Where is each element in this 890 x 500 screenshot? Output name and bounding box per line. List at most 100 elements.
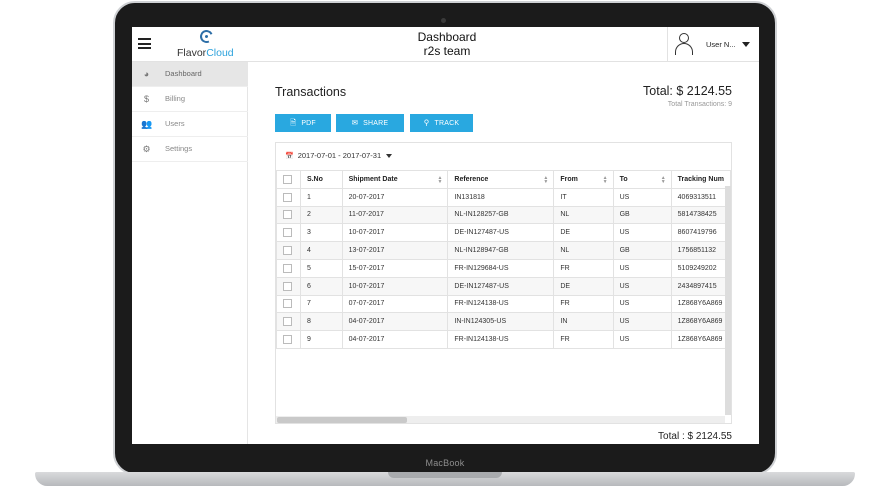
table-row[interactable]: 9 04-07-2017 FR-IN124138-US FR US 1Z868Y6A869 [276,330,731,349]
select-all-checkbox[interactable] [283,174,292,184]
cell-tracking: 2434897415 [670,276,731,296]
sort-icon[interactable]: ▲ ▼ [603,176,608,185]
pdf-button[interactable]: 🗎 PDF [275,114,331,132]
cell-reference: FR-IN124138-US [447,330,555,349]
transactions-table: S.No Shipment Date ▲ ▼ Reference ▲ ▼ From ▲ ▼ … [276,170,731,349]
cell-shipment-date: 10-07-2017 [341,276,449,296]
sort-icon[interactable]: ▲ ▼ [661,176,666,185]
row-select-cell [276,330,301,349]
table-row[interactable]: 3 10-07-2017 DE-IN127487-US DE US 8607419796 [276,223,731,243]
logo-text: FlavorCloud [177,47,234,59]
cell-shipment-date: 10-07-2017 [341,223,449,243]
cell-from: NL [553,241,614,260]
row-select-cell [276,294,301,314]
col-header-label: From [560,175,578,183]
hamburger-menu-icon[interactable] [138,38,151,49]
sidebar-item-settings[interactable]: ⚙ Settings [132,137,248,162]
cell-to: US [612,258,672,278]
table-row[interactable]: 4 13-07-2017 NL-IN128947-GB NL GB 1756851132 [276,241,731,260]
cell-from: IT [553,187,614,207]
page-title: Dashboard [417,30,477,44]
row-select-cell [276,312,301,332]
table-row[interactable]: 6 10-07-2017 DE-IN127487-US DE US 2434897415 [276,276,731,296]
cell-shipment-date: 04-07-2017 [341,312,449,332]
cell-shipment-date: 13-07-2017 [341,241,449,260]
table-row[interactable]: 8 04-07-2017 IN-IN124305-US IN US 1Z868Y6A869 [276,312,731,332]
team-name: r2s team [423,44,471,58]
cell-reference: DE-IN127487-US [447,223,555,243]
row-checkbox[interactable] [283,246,292,256]
table-row[interactable]: 2 11-07-2017 NL-IN128257-GB NL GB 5814738425 [276,205,731,225]
chevron-down-icon[interactable] [742,42,750,47]
share-button[interactable]: ✉ SHARE [336,114,404,132]
cell-tracking: 5814738425 [670,205,731,225]
sidebar-item-users[interactable]: 👥 Users [132,112,248,137]
cell-sno: 4 [299,241,343,260]
cell-reference: NL-IN128947-GB [447,241,555,260]
col-header-label: Reference [454,175,489,183]
user-avatar-icon[interactable] [674,33,694,57]
cell-from: DE [553,223,614,243]
cell-from: NL [553,205,614,225]
row-checkbox[interactable] [283,335,292,345]
row-select-cell [276,276,301,296]
col-header-tracking: Tracking Num [670,170,731,189]
horizontal-scrollbar[interactable] [276,416,725,423]
user-name[interactable]: User N... [706,40,736,49]
cell-to: US [612,330,672,349]
cell-sno: 8 [299,312,343,332]
cell-sno: 2 [299,205,343,225]
row-checkbox[interactable] [283,192,292,202]
cell-sno: 6 [299,276,343,296]
laptop-base-notch [388,472,502,478]
col-header-label: To [619,175,628,183]
cell-sno: 3 [299,223,343,243]
header-title-block: Dashboard r2s team [392,30,502,58]
cell-sno: 7 [299,294,343,314]
date-range-picker[interactable]: 📅 2017-07-01 - 2017-07-31 [285,148,393,164]
logo-text-part-1: Flavor [177,47,207,59]
row-checkbox[interactable] [283,281,292,291]
row-checkbox[interactable] [283,210,292,220]
col-header-from[interactable]: From ▲ ▼ [553,170,614,189]
cell-to: US [612,312,672,332]
gear-icon: ⚙ [142,144,151,154]
transactions-table-card: 📅 2017-07-01 - 2017-07-31 S.No Shipment D… [275,142,732,424]
flavorcloud-logo: FlavorCloud [177,28,239,60]
track-button[interactable]: ⚲ TRACK [410,114,473,132]
table-header-row: S.No Shipment Date ▲ ▼ Reference ▲ ▼ From ▲ ▼ … [276,170,731,189]
file-icon: 🗎 [290,118,297,127]
cell-to: US [612,187,672,207]
cell-to: GB [612,205,672,225]
col-header-label: Shipment Date [348,175,398,183]
row-checkbox[interactable] [283,228,292,238]
calendar-icon: 📅 [285,153,294,160]
row-checkbox[interactable] [283,317,292,327]
cell-reference: FR-IN124138-US [447,294,555,314]
cell-sno: 9 [299,330,343,349]
sidebar-item-billing[interactable]: $ Billing [132,87,248,112]
sort-icon[interactable]: ▲ ▼ [437,176,442,185]
users-icon: 👥 [141,119,153,129]
row-checkbox[interactable] [283,299,292,309]
col-header-to[interactable]: To ▲ ▼ [612,170,672,189]
share-button-label: SHARE [363,120,389,127]
scrollbar-thumb[interactable] [277,417,407,423]
sort-icon[interactable]: ▲ ▼ [543,176,548,185]
dashboard-icon: ◕ [143,69,150,79]
sidebar-item-dashboard[interactable]: ◕ Dashboard [132,62,248,87]
col-header-reference[interactable]: Reference ▲ ▼ [447,170,555,189]
cell-tracking: 8607419796 [670,223,731,243]
envelope-icon: ✉ [351,118,359,127]
user-menu[interactable]: User N... [667,27,759,62]
select-all-cell [276,170,301,189]
table-row[interactable]: 5 15-07-2017 FR-IN129684-US FR US 5109249202 [276,258,731,278]
total-amount: Total: $ 2124.55 [643,84,732,98]
cell-tracking: 4069313511 [670,187,731,207]
table-row[interactable]: 7 07-07-2017 FR-IN124138-US FR US 1Z868Y6A869 [276,294,731,314]
table-row[interactable]: 1 20-07-2017 IN131818 IT US 4069313511 [276,187,731,207]
col-header-shipment-date[interactable]: Shipment Date ▲ ▼ [341,170,449,189]
row-checkbox[interactable] [283,263,292,273]
row-select-cell [276,187,301,207]
vertical-scrollbar[interactable] [725,186,731,415]
